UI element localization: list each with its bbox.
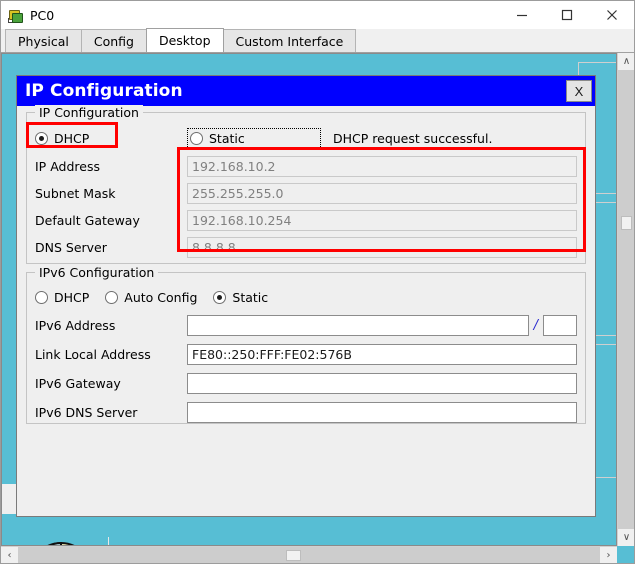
- scroll-up-button[interactable]: ∧: [618, 53, 634, 70]
- close-button[interactable]: [589, 1, 634, 29]
- desktop-icon-cell-divider: [108, 537, 109, 545]
- ipv6-prefix-length-input[interactable]: [543, 315, 577, 336]
- link-local-address-label: Link Local Address: [35, 347, 151, 362]
- tab-config[interactable]: Config: [80, 29, 147, 52]
- link-local-address-row: Link Local Address FE80::250:FFF:FE02:57…: [35, 340, 577, 369]
- window-controls: [499, 1, 634, 29]
- dhcp-status-text: DHCP request successful.: [333, 130, 493, 146]
- ipv6-mode-row: DHCP Auto Config Static: [35, 283, 577, 311]
- ipv6-gateway-input[interactable]: [187, 373, 577, 394]
- ipv6-gateway-row: IPv6 Gateway: [35, 369, 577, 398]
- ip-address-input[interactable]: 192.168.10.2: [187, 156, 577, 177]
- window-titlebar: PC0: [1, 1, 634, 29]
- ipv6-dns-server-label: IPv6 DNS Server: [35, 405, 138, 420]
- scroll-left-button[interactable]: ‹: [1, 546, 18, 563]
- scroll-right-button[interactable]: ›: [600, 546, 617, 563]
- ipv4-dhcp-radio[interactable]: [35, 131, 48, 145]
- dialog-close-button[interactable]: X: [566, 80, 592, 102]
- close-icon: [606, 10, 617, 20]
- scrollbar-corner: [617, 546, 634, 563]
- dns-server-input[interactable]: 8.8.8.8: [187, 237, 577, 258]
- ip-address-label: IP Address: [35, 159, 100, 174]
- ipv4-static-radio-option[interactable]: Static: [187, 127, 321, 149]
- ipv4-mode-row: DHCP Static DHCP request successful.: [35, 123, 577, 153]
- tab-custom-interface[interactable]: Custom Interface: [222, 29, 357, 52]
- ipv6-dhcp-radio[interactable]: [35, 290, 48, 304]
- subnet-mask-label: Subnet Mask: [35, 186, 116, 201]
- dialog-body: IP Configuration DHCP Static DHCP reques…: [17, 105, 595, 427]
- ipv6-static-radio-option[interactable]: Static: [213, 290, 268, 305]
- scroll-down-button[interactable]: ∨: [618, 529, 634, 546]
- ipv4-dhcp-radio-option[interactable]: DHCP: [35, 131, 187, 146]
- ipv6-auto-config-radio-option[interactable]: Auto Config: [105, 290, 197, 305]
- ipv6-dhcp-label: DHCP: [54, 289, 90, 305]
- ipv6-gateway-label: IPv6 Gateway: [35, 376, 121, 391]
- maximize-icon: [561, 9, 572, 21]
- pc0-window: PC0 Physical Config Desktop Custom Inter…: [0, 0, 635, 564]
- maximize-button[interactable]: [544, 1, 589, 29]
- ipv6-static-label: Static: [232, 289, 269, 305]
- desktop-area: or IP Configuration X: [1, 53, 634, 563]
- ipv4-dhcp-label: DHCP: [54, 130, 90, 146]
- ipv6-address-input[interactable]: [187, 315, 529, 336]
- vertical-scroll-thumb[interactable]: [621, 216, 632, 230]
- default-gateway-input[interactable]: 192.168.10.254: [187, 210, 577, 231]
- ipv4-configuration-group: IP Configuration DHCP Static DHCP reques…: [26, 105, 586, 264]
- minimize-icon: [516, 14, 527, 17]
- ipv6-configuration-group: IPv6 Configuration DHCP Auto Config Stat…: [26, 265, 586, 427]
- ipv6-static-radio[interactable]: [213, 290, 227, 304]
- dns-server-row: DNS Server 8.8.8.8: [35, 234, 577, 261]
- horizontal-scrollbar[interactable]: ‹ ›: [1, 546, 617, 563]
- subnet-mask-row: Subnet Mask 255.255.255.0: [35, 180, 577, 207]
- ipv6-auto-config-radio[interactable]: [105, 290, 119, 304]
- pc-device-icon: [7, 7, 23, 23]
- default-gateway-row: Default Gateway 192.168.10.254: [35, 207, 577, 234]
- default-gateway-label: Default Gateway: [35, 213, 140, 228]
- tab-desktop[interactable]: Desktop: [145, 28, 224, 52]
- ip-configuration-dialog: IP Configuration X IP Configuration DHCP: [16, 75, 596, 517]
- minimize-button[interactable]: [499, 1, 544, 29]
- tab-physical[interactable]: Physical: [5, 29, 82, 52]
- vertical-scroll-track[interactable]: [618, 70, 634, 529]
- ipv6-address-row: IPv6 Address /: [35, 311, 577, 340]
- dns-server-label: DNS Server: [35, 240, 107, 255]
- ipv6-address-label: IPv6 Address: [35, 318, 116, 333]
- ipv6-auto-config-label: Auto Config: [124, 289, 198, 305]
- tab-bar: Physical Config Desktop Custom Interface: [1, 28, 634, 53]
- ipv6-dns-server-row: IPv6 DNS Server: [35, 398, 577, 427]
- ipv4-group-legend: IP Configuration: [35, 105, 143, 120]
- vertical-scrollbar[interactable]: ∧ ∨: [617, 53, 634, 546]
- ip-address-row: IP Address 192.168.10.2: [35, 153, 577, 180]
- horizontal-scroll-track[interactable]: [18, 546, 600, 563]
- ipv6-group-legend: IPv6 Configuration: [35, 265, 159, 280]
- ipv6-dns-server-input[interactable]: [187, 402, 577, 423]
- horizontal-scroll-thumb[interactable]: [286, 549, 301, 561]
- subnet-mask-input[interactable]: 255.255.255.0: [187, 183, 577, 204]
- ipv4-static-radio[interactable]: [190, 131, 203, 145]
- dialog-title: IP Configuration: [25, 81, 183, 101]
- window-title: PC0: [30, 7, 55, 23]
- dialog-titlebar: IP Configuration X: [17, 76, 595, 106]
- link-local-address-input[interactable]: FE80::250:FFF:FE02:576B: [187, 344, 577, 365]
- ipv6-dhcp-radio-option[interactable]: DHCP: [35, 290, 89, 305]
- pie-chart-document-icon[interactable]: [28, 537, 102, 545]
- ipv6-prefix-separator: /: [533, 318, 538, 333]
- ipv4-static-label: Static: [209, 130, 245, 146]
